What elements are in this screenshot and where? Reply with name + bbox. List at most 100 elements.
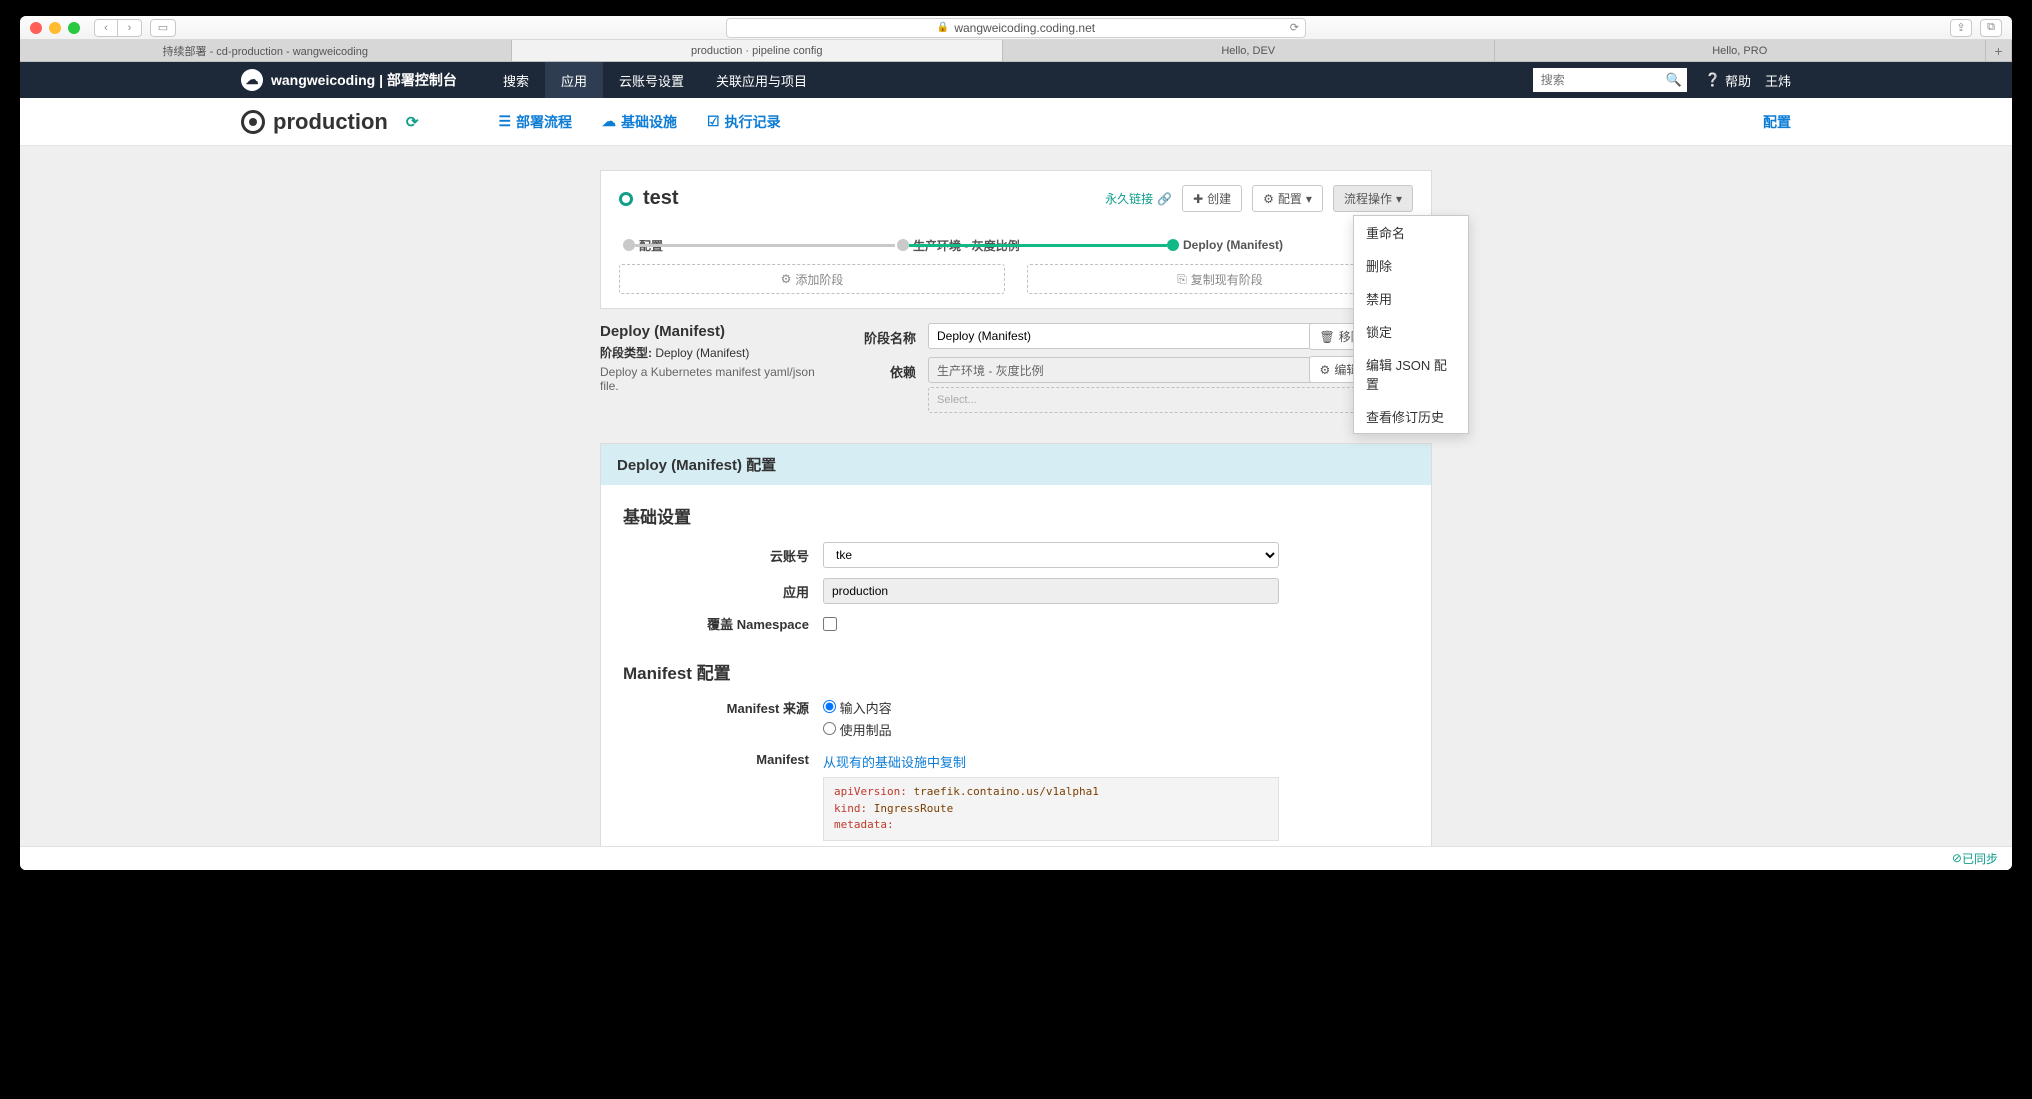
help-label: 帮助	[1725, 71, 1751, 90]
pipeline-actions-button[interactable]: 流程操作 ▾	[1333, 185, 1413, 212]
stage-label: Deploy (Manifest)	[1183, 238, 1283, 252]
deploy-config-panel: Deploy (Manifest) 配置 基础设置 云账号 tke 应用 覆盖 …	[600, 443, 1432, 870]
menu-rename[interactable]: 重命名	[1354, 216, 1468, 249]
app-icon	[241, 110, 265, 134]
depends-label: 依赖	[858, 357, 928, 381]
app-label: 应用	[623, 582, 823, 601]
titlebar: ‹ › ▭ 🔒 wangweicoding.coding.net ⟳ ⇪ ⧉	[20, 16, 2012, 40]
pipeline-title: test	[643, 187, 679, 210]
back-button[interactable]: ‹	[94, 19, 118, 37]
browser-tab[interactable]: Hello, DEV	[1003, 40, 1495, 61]
link-icon: 🔗	[1157, 192, 1172, 206]
list-icon: ☰	[498, 113, 511, 130]
brand[interactable]: ☁ wangweicoding | 部署控制台	[241, 69, 457, 91]
search-input[interactable]	[1533, 68, 1661, 92]
manifest-code[interactable]: apiVersion: traefik.containo.us/v1alpha1…	[823, 777, 1279, 841]
menu-history[interactable]: 查看修订历史	[1354, 400, 1468, 433]
check-icon: ☑	[707, 113, 720, 130]
browser-tabs: 持续部署 - cd-production - wangweicoding pro…	[20, 40, 2012, 62]
app-name-text: production	[273, 109, 388, 135]
pipeline-status-icon	[619, 192, 633, 206]
cloud-account-select[interactable]: tke	[823, 542, 1279, 568]
tab-pipeline[interactable]: ☰部署流程	[498, 112, 572, 132]
menu-delete[interactable]: 删除	[1354, 249, 1468, 282]
plus-icon: ✚	[1193, 192, 1203, 206]
tabs-icon[interactable]: ⧉	[1980, 19, 2002, 37]
copy-from-infra-link[interactable]: 从现有的基础设施中复制	[823, 755, 966, 770]
share-icon[interactable]: ⇪	[1950, 19, 1972, 37]
sub-header: production ⟳ ☰部署流程 ☁基础设施 ☑执行记录 配置	[20, 98, 2012, 146]
actions-dropdown: 重命名 删除 禁用 锁定 编辑 JSON 配置 查看修订历史	[1353, 215, 1469, 434]
topnav-search[interactable]: 搜索	[487, 62, 545, 98]
caret-down-icon: ▾	[1396, 192, 1402, 206]
manifest-source-label: Manifest 来源	[623, 698, 823, 717]
sync-status-bar: ⊘ 已同步	[20, 846, 2012, 870]
gear-icon: ⚙	[1320, 363, 1331, 377]
deploy-config-header: Deploy (Manifest) 配置	[601, 444, 1431, 485]
menu-disable[interactable]: 禁用	[1354, 282, 1468, 315]
permalink[interactable]: 永久链接 🔗	[1105, 190, 1172, 207]
sidebar-toggle-icon[interactable]: ▭	[150, 19, 176, 37]
browser-tab[interactable]: Hello, PRO	[1495, 40, 1987, 61]
tab-exec[interactable]: ☑执行记录	[707, 112, 781, 132]
sync-status-text: 已同步	[1962, 850, 1998, 867]
tab-infra[interactable]: ☁基础设施	[602, 112, 677, 132]
brand-text: wangweicoding | 部署控制台	[271, 70, 457, 90]
browser-tab[interactable]: production · pipeline config	[512, 40, 1004, 61]
brand-icon: ☁	[241, 69, 263, 91]
trash-icon: 🗑	[1320, 330, 1335, 344]
search-icon: 🔍	[1666, 72, 1682, 87]
close-window-icon[interactable]	[30, 22, 42, 34]
cloud-account-label: 云账号	[623, 546, 823, 565]
copy-icon: ⎘	[1177, 272, 1187, 287]
refresh-icon[interactable]: ⟳	[406, 113, 419, 131]
basic-settings-title: 基础设置	[623, 503, 1409, 528]
app-name[interactable]: production ⟳	[241, 109, 418, 135]
url-text: wangweicoding.coding.net	[954, 21, 1095, 35]
create-button[interactable]: ✚创建	[1182, 185, 1242, 212]
config-button[interactable]: ⚙配置 ▾	[1252, 185, 1323, 212]
search-button[interactable]: 🔍	[1661, 68, 1687, 92]
help-icon: ❔	[1705, 72, 1721, 88]
new-tab-button[interactable]: +	[1986, 40, 2012, 61]
dependency-add[interactable]: Select...	[928, 387, 1406, 413]
caret-down-icon: ▾	[1306, 192, 1312, 206]
stage-node-selected[interactable]	[1167, 239, 1179, 251]
url-bar[interactable]: 🔒 wangweicoding.coding.net ⟳	[726, 18, 1306, 38]
config-link[interactable]: 配置	[1763, 112, 1791, 132]
user-name[interactable]: 王炜	[1765, 71, 1791, 90]
app-input	[823, 578, 1279, 604]
add-stage-button[interactable]: ⚙添加阶段	[619, 264, 1005, 294]
topnav-app[interactable]: 应用	[545, 62, 603, 98]
manifest-config-title: Manifest 配置	[623, 659, 1409, 684]
source-radio-artifact[interactable]: 使用制品	[823, 720, 892, 739]
stage-node[interactable]	[623, 239, 635, 251]
manifest-label: Manifest	[623, 752, 823, 767]
menu-lock[interactable]: 锁定	[1354, 315, 1468, 348]
source-radio-text[interactable]: 输入内容	[823, 698, 892, 717]
stage-detail: Deploy (Manifest) 阶段类型: Deploy (Manifest…	[600, 323, 1432, 421]
namespace-label: 覆盖 Namespace	[623, 614, 823, 633]
stage-detail-desc: Deploy a Kubernetes manifest yaml/json f…	[600, 365, 830, 393]
reload-icon[interactable]: ⟳	[1290, 21, 1299, 34]
cloud-icon: ☁	[602, 113, 616, 130]
browser-tab[interactable]: 持续部署 - cd-production - wangweicoding	[20, 40, 512, 61]
gear-icon: ⚙	[781, 272, 792, 286]
stage-node[interactable]	[897, 239, 909, 251]
help-link[interactable]: ❔ 帮助	[1705, 71, 1751, 90]
menu-edit-json[interactable]: 编辑 JSON 配置	[1354, 348, 1468, 400]
gear-icon: ⚙	[1263, 192, 1274, 206]
maximize-window-icon[interactable]	[68, 22, 80, 34]
namespace-checkbox[interactable]	[823, 617, 837, 631]
topnav-account[interactable]: 云账号设置	[603, 62, 700, 98]
topnav-link[interactable]: 关联应用与项目	[700, 62, 823, 98]
stage-graph: 配置 生产环境 - 灰度比例 Deploy (Manifest)	[619, 232, 1413, 258]
stage-detail-title: Deploy (Manifest)	[600, 323, 830, 340]
stage-name-label: 阶段名称	[858, 323, 928, 347]
lock-icon: 🔒	[937, 22, 949, 33]
minimize-window-icon[interactable]	[49, 22, 61, 34]
page-body: test 永久链接 🔗 ✚创建 ⚙配置 ▾ 流程操作 ▾ 重命名 删除 禁用 锁…	[20, 146, 2012, 870]
app-bar: ☁ wangweicoding | 部署控制台 搜索 应用 云账号设置 关联应用…	[20, 62, 2012, 98]
pipeline-panel: test 永久链接 🔗 ✚创建 ⚙配置 ▾ 流程操作 ▾ 重命名 删除 禁用 锁…	[600, 170, 1432, 309]
forward-button[interactable]: ›	[118, 19, 142, 37]
